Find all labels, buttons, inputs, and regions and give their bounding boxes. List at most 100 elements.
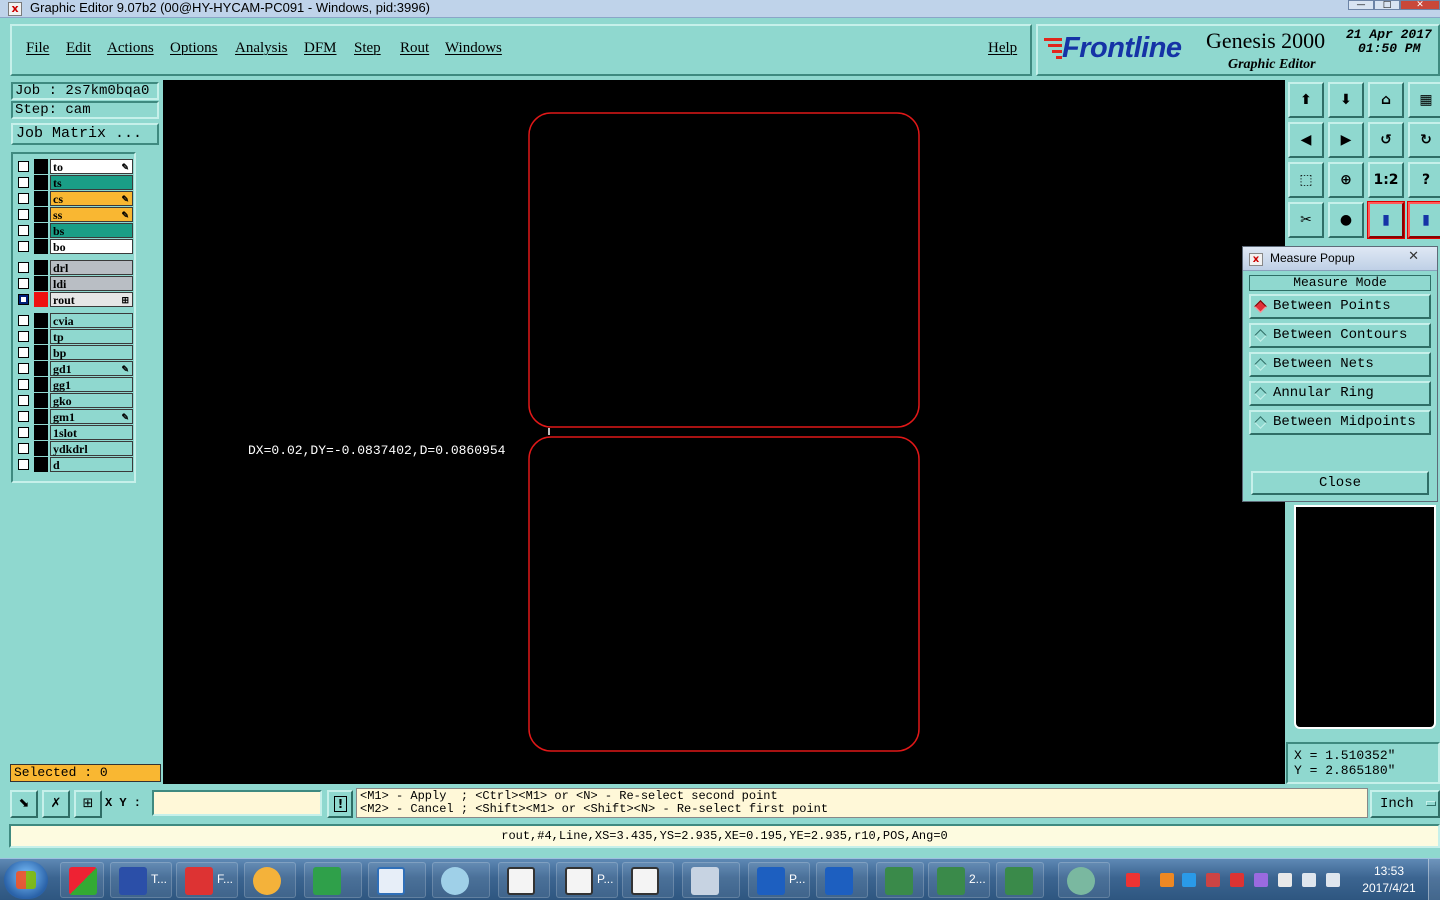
layer-name[interactable]: cs ✎ [50, 191, 133, 206]
layer-checkbox[interactable] [18, 443, 29, 454]
layer-name[interactable]: to ✎ [50, 159, 133, 174]
menu-options[interactable]: Options [170, 40, 218, 57]
taskbar-app-genesis-1[interactable] [498, 862, 550, 898]
layer-name[interactable]: ts [50, 175, 133, 190]
layer-name[interactable]: cvia [50, 313, 133, 328]
menu-help[interactable]: Help [988, 40, 1017, 57]
layer-checkbox[interactable] [18, 177, 29, 188]
layer-name[interactable]: ydkdrl [50, 441, 133, 456]
traffic-light-button[interactable]: ▮ [1367, 201, 1405, 239]
layer-checkbox[interactable] [18, 193, 29, 204]
exclamation-button[interactable]: ! [327, 790, 353, 818]
layer-checkbox[interactable] [18, 347, 29, 358]
layer-checkbox[interactable] [18, 411, 29, 422]
traffic-light-button[interactable]: ▮ [1407, 201, 1440, 239]
grid-button[interactable]: ▦ [1408, 82, 1440, 118]
layer-row-ts[interactable]: ts [15, 175, 133, 190]
start-button[interactable] [4, 861, 48, 899]
tray-bird-icon[interactable] [1182, 873, 1196, 887]
maximize-button[interactable]: □ [1374, 0, 1400, 10]
zoom-home-button[interactable]: ⬆ [1288, 82, 1324, 118]
layer-checkbox[interactable] [18, 395, 29, 406]
zoom-fit-button[interactable]: ⬚ [1288, 162, 1324, 198]
layer-name[interactable]: ss ✎ [50, 207, 133, 222]
layer-row-bo[interactable]: bo [15, 239, 133, 254]
layer-checkbox[interactable] [18, 278, 29, 289]
menu-step[interactable]: Step [354, 40, 381, 57]
layer-row-gg1[interactable]: gg1 [15, 377, 133, 392]
close-icon[interactable]: ✕ [1408, 249, 1419, 264]
layer-checkbox[interactable] [18, 315, 29, 326]
menu-windows[interactable]: Windows [445, 40, 502, 57]
layer-checkbox[interactable] [18, 294, 29, 305]
layer-checkbox[interactable] [18, 459, 29, 470]
taskbar-app-frontline-p[interactable]: P... [748, 862, 810, 898]
sogou-icon[interactable] [1126, 873, 1140, 887]
zoom-in-button[interactable]: ⬇ [1328, 82, 1364, 118]
layer-name[interactable]: gd1 ✎ [50, 361, 133, 376]
layer-name[interactable]: gg1 [50, 377, 133, 392]
layer-row-ss[interactable]: ss ✎ [15, 207, 133, 222]
graphic-canvas[interactable]: DX=0.02,DY=-0.0837402,D=0.0860954 [163, 80, 1285, 784]
layer-row-gko[interactable]: gko [15, 393, 133, 408]
taskbar-app-frontline[interactable] [816, 862, 868, 898]
unit-selector[interactable]: Inch [1370, 790, 1440, 818]
tray-red-icon[interactable] [1230, 873, 1244, 887]
show-desktop-button[interactable] [1428, 859, 1440, 900]
volume-icon[interactable] [1326, 873, 1340, 887]
taskbar-app-notepad[interactable] [368, 862, 426, 898]
close-window-button[interactable]: ✕ [1400, 0, 1440, 10]
taskbar-app-genesis-3[interactable] [622, 862, 674, 898]
layer-row-cs[interactable]: cs ✎ [15, 191, 133, 206]
redo-zoom-button[interactable]: ↻ [1408, 122, 1440, 158]
window-title-bar[interactable]: x Graphic Editor 9.07b2 (00@HY-HYCAM-PC0… [0, 0, 1440, 18]
zoom-center-button[interactable]: ⊕ [1328, 162, 1364, 198]
taskbar-app-excel-2[interactable]: 2... [928, 862, 990, 898]
measure-button[interactable]: ● [1328, 202, 1364, 238]
layer-row-cvia[interactable]: cvia [15, 313, 133, 328]
layer-row-ldi[interactable]: ldi [15, 276, 133, 291]
layer-row-ydkdrl[interactable]: ydkdrl [15, 441, 133, 456]
layer-row-bs[interactable]: bs [15, 223, 133, 238]
layer-checkbox[interactable] [18, 161, 29, 172]
taskbar-app-calculator[interactable] [682, 862, 740, 898]
mode-between-nets[interactable]: Between Nets [1249, 352, 1431, 377]
layer-checkbox[interactable] [18, 427, 29, 438]
menu-rout[interactable]: Rout [400, 40, 429, 57]
mode-annular-ring[interactable]: Annular Ring [1249, 381, 1431, 406]
layer-row-1slot[interactable]: 1slot [15, 425, 133, 440]
snap-icon[interactable]: ⬊ [10, 790, 38, 818]
taskbar-app-shell[interactable] [244, 862, 296, 898]
layer-name[interactable]: rout ⊞ [50, 292, 133, 307]
grid-snap-icon[interactable]: ⊞ [74, 790, 102, 818]
layer-row-rout[interactable]: rout ⊞ [15, 292, 133, 307]
snap-cross-icon[interactable]: ✗ [42, 790, 70, 818]
system-clock[interactable]: 13:53 2017/4/21 [1354, 863, 1424, 897]
pan-right-button[interactable]: ▶ [1328, 122, 1364, 158]
menu-analysis[interactable]: Analysis [235, 40, 288, 57]
layer-checkbox[interactable] [18, 209, 29, 220]
layer-row-drl[interactable]: drl [15, 260, 133, 275]
menu-edit[interactable]: Edit [66, 40, 91, 57]
ruler-button[interactable]: ✂ [1288, 202, 1324, 238]
mode-between-points[interactable]: Between Points [1249, 294, 1431, 319]
mode-between-contours[interactable]: Between Contours [1249, 323, 1431, 348]
layer-name[interactable]: ldi [50, 276, 133, 291]
taskbar-app-excel-1[interactable] [876, 862, 924, 898]
flag-icon[interactable] [1278, 873, 1292, 887]
xy-input[interactable] [152, 790, 322, 816]
layer-name[interactable]: d [50, 457, 133, 472]
menu-file[interactable]: File [26, 40, 49, 57]
home-button[interactable]: ⌂ [1368, 82, 1404, 118]
taskbar-app-viewer[interactable] [1058, 862, 1110, 898]
help-button[interactable]: ? [1408, 162, 1440, 198]
layer-name[interactable]: bo [50, 239, 133, 254]
layer-name[interactable]: bs [50, 223, 133, 238]
layer-checkbox[interactable] [18, 241, 29, 252]
mode-between-midpoints[interactable]: Between Midpoints [1249, 410, 1431, 435]
tray-cross-icon[interactable] [1254, 873, 1268, 887]
layer-row-tp[interactable]: tp [15, 329, 133, 344]
taskbar-app-f[interactable]: F... [176, 862, 238, 898]
pan-left-button[interactable]: ◀ [1288, 122, 1324, 158]
layer-name[interactable]: gko [50, 393, 133, 408]
